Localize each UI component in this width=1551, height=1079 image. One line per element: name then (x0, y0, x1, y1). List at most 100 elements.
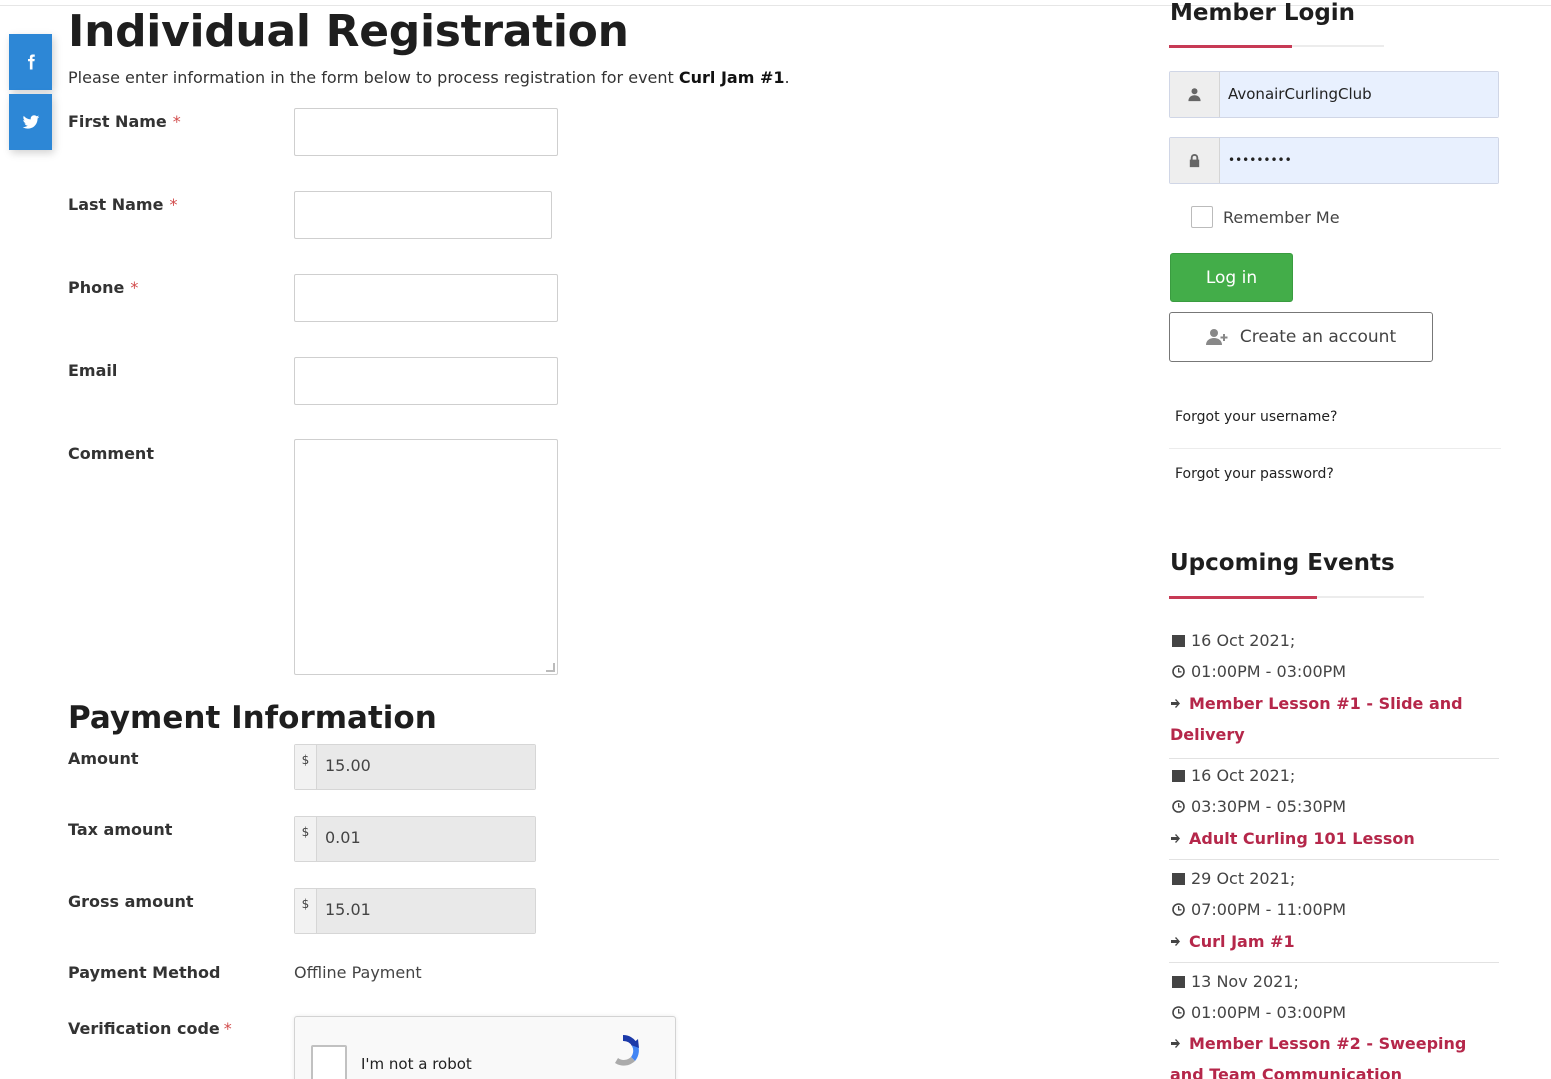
event-date-text: 13 Nov 2021; (1191, 972, 1299, 991)
recaptcha-logo-icon (615, 1034, 639, 1066)
event-date: 16 Oct 2021; (1172, 631, 1295, 650)
page-title: Individual Registration (68, 6, 629, 57)
event-divider (1169, 859, 1499, 860)
link-icon (1171, 937, 1180, 946)
event-link[interactable]: Curl Jam #1 (1170, 926, 1505, 957)
clock-icon (1172, 903, 1185, 916)
event-time: 07:00PM - 11:00PM (1172, 900, 1346, 919)
email-input[interactable] (294, 357, 558, 405)
event-time: 01:00PM - 03:00PM (1172, 1003, 1346, 1022)
first-name-label-text: First Name (68, 112, 167, 131)
recaptcha-widget: I'm not a robot (294, 1016, 676, 1079)
gross-amount-field: $ 15.01 (294, 888, 536, 934)
currency-symbol: $ (295, 889, 317, 933)
event-link[interactable]: Adult Curling 101 Lesson (1170, 823, 1505, 854)
required-marker: * (223, 1019, 232, 1038)
calendar-icon (1172, 770, 1185, 782)
event-date-text: 29 Oct 2021; (1191, 869, 1296, 888)
remember-me-label: Remember Me (1223, 207, 1340, 227)
event-name[interactable]: Adult Curling 101 Lesson (1189, 829, 1415, 848)
remember-me[interactable]: Remember Me (1191, 206, 1340, 228)
verification-code-label: Verification code * (68, 1019, 232, 1038)
password-field[interactable]: ••••••••• (1169, 137, 1499, 184)
clock-icon (1172, 665, 1185, 678)
intro-suffix: . (784, 68, 790, 87)
password-input[interactable]: ••••••••• (1220, 138, 1498, 183)
facebook-share-button[interactable] (9, 34, 52, 90)
event-time: 03:30PM - 05:30PM (1172, 797, 1346, 816)
comment-textarea[interactable] (294, 439, 558, 675)
last-name-label-text: Last Name (68, 195, 164, 214)
clock-icon (1172, 800, 1185, 813)
phone-label: Phone * (68, 278, 138, 297)
link-icon (1171, 1039, 1180, 1048)
link-icon (1171, 699, 1180, 708)
first-name-input[interactable] (294, 108, 558, 156)
event-time-text: 07:00PM - 11:00PM (1191, 900, 1347, 919)
twitter-icon (22, 115, 39, 129)
username-addon (1170, 72, 1220, 117)
last-name-input[interactable] (294, 191, 552, 239)
twitter-share-button[interactable] (9, 94, 52, 150)
intro-prefix: Please enter information in the form bel… (68, 68, 679, 87)
event-link[interactable]: Member Lesson #1 - Slide and Delivery (1170, 688, 1505, 750)
amount-label: Amount (68, 749, 139, 768)
event-divider (1169, 962, 1499, 963)
facebook-icon (27, 54, 35, 70)
social-share-bar (9, 34, 52, 154)
recaptcha-checkbox[interactable] (311, 1045, 347, 1079)
required-marker: * (172, 112, 181, 131)
event-date-text: 16 Oct 2021; (1191, 631, 1296, 650)
last-name-label: Last Name * (68, 195, 177, 214)
required-marker: * (130, 278, 139, 297)
event-time-text: 01:00PM - 03:00PM (1191, 662, 1347, 681)
member-login-underline (1169, 45, 1384, 48)
password-addon (1170, 138, 1220, 183)
required-marker: * (169, 195, 178, 214)
forgot-username-link[interactable]: Forgot your username? (1175, 409, 1337, 425)
event-link[interactable]: Member Lesson #2 - Sweeping and Team Com… (1170, 1028, 1505, 1079)
upcoming-events-title: Upcoming Events (1170, 550, 1395, 576)
event-name[interactable]: Member Lesson #1 - Slide and Delivery (1170, 694, 1463, 744)
event-time-text: 03:30PM - 05:30PM (1191, 797, 1347, 816)
resize-handle-icon[interactable] (546, 663, 555, 672)
underline-accent (1169, 45, 1292, 48)
first-name-label: First Name * (68, 112, 181, 131)
verification-label-text: Verification code (68, 1019, 220, 1038)
intro-text: Please enter information in the form bel… (68, 68, 790, 87)
calendar-icon (1172, 873, 1185, 885)
currency-symbol: $ (295, 817, 317, 861)
event-date: 16 Oct 2021; (1172, 766, 1295, 785)
event-name[interactable]: Member Lesson #2 - Sweeping and Team Com… (1170, 1034, 1466, 1079)
create-account-label: Create an account (1239, 327, 1397, 347)
tax-amount-value: 0.01 (317, 817, 535, 861)
event-time-text: 01:00PM - 03:00PM (1191, 1003, 1347, 1022)
lock-icon (1189, 153, 1200, 168)
comment-label: Comment (68, 444, 154, 463)
currency-symbol: $ (295, 745, 317, 789)
underline-accent (1169, 596, 1317, 599)
gross-amount-value: 15.01 (317, 889, 535, 933)
member-login-title: Member Login (1170, 0, 1356, 26)
tax-amount-label: Tax amount (68, 820, 173, 839)
event-name[interactable]: Curl Jam #1 (1189, 932, 1295, 951)
recaptcha-label: I'm not a robot (361, 1055, 472, 1073)
username-input[interactable]: AvonairCurlingClub (1220, 72, 1498, 117)
calendar-icon (1172, 976, 1185, 988)
amount-field: $ 15.00 (294, 744, 536, 790)
payment-method-value: Offline Payment (294, 963, 422, 982)
amount-value: 15.00 (317, 745, 535, 789)
username-field[interactable]: AvonairCurlingClub (1169, 71, 1499, 118)
user-icon (1188, 88, 1201, 102)
login-button[interactable]: Log in (1170, 253, 1293, 302)
event-divider (1169, 758, 1499, 759)
create-account-button[interactable]: Create an account (1169, 312, 1433, 362)
phone-input[interactable] (294, 274, 558, 322)
upcoming-events-underline (1169, 596, 1424, 599)
gross-amount-label: Gross amount (68, 892, 194, 911)
remember-me-checkbox[interactable] (1191, 206, 1213, 228)
event-date-text: 16 Oct 2021; (1191, 766, 1296, 785)
forgot-password-link[interactable]: Forgot your password? (1175, 466, 1334, 482)
payment-method-label: Payment Method (68, 963, 221, 982)
calendar-icon (1172, 635, 1185, 647)
